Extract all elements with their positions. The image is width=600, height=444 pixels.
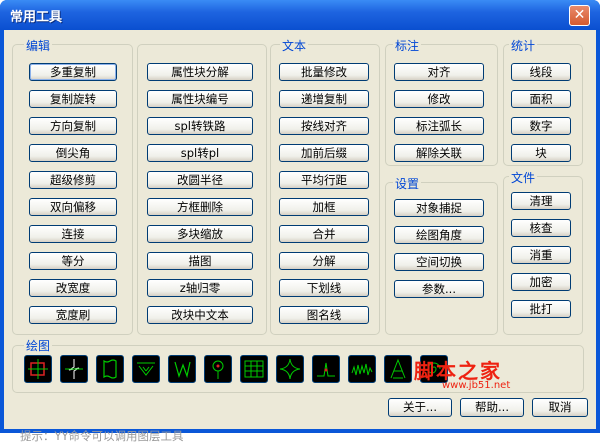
draw-tool-grid[interactable] [240, 355, 268, 383]
annotate-align-button[interactable]: 对齐 [394, 63, 484, 81]
chamfer-button[interactable]: 倒尖角 [29, 144, 117, 162]
group-annotate-title: 标注 [393, 37, 422, 54]
hint-text: 提示：YY命令可以调用图层工具 [20, 429, 184, 443]
align-by-line-button[interactable]: 按线对齐 [279, 117, 369, 135]
explode-attr-block-button[interactable]: 属性块分解 [147, 63, 253, 81]
stats-number-button[interactable]: 数字 [511, 117, 571, 135]
draw-angle-button[interactable]: 绘图角度 [394, 226, 484, 244]
draw-tool-wave[interactable] [348, 355, 376, 383]
object-snap-button[interactable]: 对象捕捉 [394, 199, 484, 217]
stats-area-button[interactable]: 面积 [511, 90, 571, 108]
merge-button[interactable]: 合并 [279, 225, 369, 243]
annotate-modify-button[interactable]: 修改 [394, 90, 484, 108]
draw-tool-star[interactable] [276, 355, 304, 383]
parameters-button[interactable]: 参数... [394, 280, 484, 298]
about-button[interactable]: 关于... [388, 398, 452, 417]
spl-to-railway-button[interactable]: spl转铁路 [147, 117, 253, 135]
change-radius-button[interactable]: 改圆半径 [147, 171, 253, 189]
help-button[interactable]: 帮助... [460, 398, 524, 417]
width-brush-button[interactable]: 宽度刷 [29, 306, 117, 324]
tools-window: 常用工具 ✕ 编辑 文本 标注 设置 统计 文件 绘图 多重复制 复制旋转 方向… [0, 0, 600, 443]
average-spacing-button[interactable]: 平均行距 [279, 171, 369, 189]
draw-tool-pin[interactable] [204, 355, 232, 383]
batch-edit-button[interactable]: 批量修改 [279, 63, 369, 81]
batch-plot-button[interactable]: 批打 [511, 300, 571, 318]
direction-copy-button[interactable]: 方向复制 [29, 117, 117, 135]
divide-button[interactable]: 等分 [29, 252, 117, 270]
close-button[interactable]: ✕ [569, 5, 590, 26]
grid-table-icon [244, 360, 264, 378]
draw-tool-zigzag[interactable] [60, 355, 88, 383]
stats-line-button[interactable]: 线段 [511, 63, 571, 81]
pen-strokes-icon [174, 361, 191, 379]
hatch-down-icon [137, 362, 155, 376]
add-prefix-suffix-button[interactable]: 加前后缀 [279, 144, 369, 162]
draw-tool-pen[interactable] [168, 355, 196, 383]
waveform-icon [351, 363, 373, 376]
draw-tool-tower[interactable] [384, 355, 412, 383]
circle-pin-icon [212, 360, 224, 379]
draw-tool-crosshair[interactable] [24, 355, 52, 383]
annotate-arc-length-button[interactable]: 标注弧长 [394, 117, 484, 135]
wavy-outline-icon [103, 359, 117, 379]
annotate-disassociate-button[interactable]: 解除关联 [394, 144, 484, 162]
draw-tool-wavy[interactable] [96, 355, 124, 383]
zigzag-line-icon [65, 359, 83, 379]
window-title: 常用工具 [10, 10, 63, 25]
change-width-button[interactable]: 改宽度 [29, 279, 117, 297]
cancel-button[interactable]: 取消 [532, 398, 588, 417]
client-area: 编辑 文本 标注 设置 统计 文件 绘图 多重复制 复制旋转 方向复制 倒尖角 … [4, 30, 596, 443]
bi-offset-button[interactable]: 双向偏移 [29, 198, 117, 216]
increment-copy-button[interactable]: 递增复制 [279, 90, 369, 108]
edit-block-text-button[interactable]: 改块中文本 [147, 306, 253, 324]
super-trim-button[interactable]: 超级修剪 [29, 171, 117, 189]
signal-line-icon [317, 362, 335, 377]
crosshair-box-icon [28, 359, 48, 379]
audit-button[interactable]: 核查 [511, 219, 571, 237]
group-edit-title: 编辑 [24, 37, 53, 54]
dedupe-button[interactable]: 消重 [511, 246, 571, 264]
star-curve-icon [279, 358, 301, 380]
group-draw-title: 绘图 [24, 337, 53, 354]
watermark-url: www.jb51.net [442, 380, 511, 391]
underline-button[interactable]: 下划线 [279, 279, 369, 297]
stats-block-button[interactable]: 块 [511, 144, 571, 162]
title-line-button[interactable]: 图名线 [279, 306, 369, 324]
group-text-title: 文本 [280, 37, 309, 54]
draw-tool-signal[interactable] [312, 355, 340, 383]
number-attr-block-button[interactable]: 属性块编号 [147, 90, 253, 108]
trace-button[interactable]: 描图 [147, 252, 253, 270]
add-frame-button[interactable]: 加框 [279, 198, 369, 216]
box-delete-button[interactable]: 方框删除 [147, 198, 253, 216]
group-stats-title: 统计 [509, 37, 538, 54]
tower-icon [390, 358, 406, 379]
z-zero-button[interactable]: z轴归零 [147, 279, 253, 297]
draw-tool-hatch[interactable] [132, 355, 160, 383]
encrypt-button[interactable]: 加密 [511, 273, 571, 291]
join-button[interactable]: 连接 [29, 225, 117, 243]
group-settings-title: 设置 [393, 175, 422, 192]
copy-rotate-button[interactable]: 复制旋转 [29, 90, 117, 108]
group-file-title: 文件 [509, 169, 538, 186]
purge-button[interactable]: 清理 [511, 192, 571, 210]
space-switch-button[interactable]: 空间切换 [394, 253, 484, 271]
multi-block-scale-button[interactable]: 多块缩放 [147, 225, 253, 243]
spl-to-pl-button[interactable]: spl转pl [147, 144, 253, 162]
title-bar[interactable]: 常用工具 ✕ [0, 0, 600, 30]
multi-copy-button[interactable]: 多重复制 [29, 63, 117, 81]
split-button[interactable]: 分解 [279, 252, 369, 270]
